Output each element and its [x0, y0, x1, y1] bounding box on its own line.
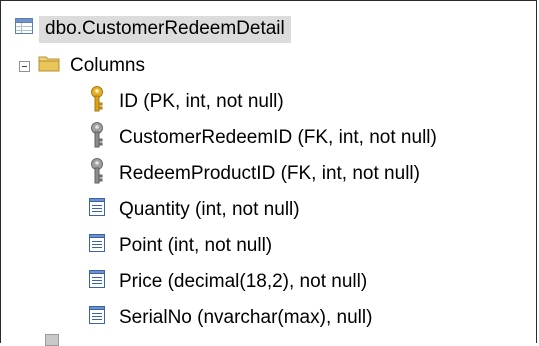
collapse-icon[interactable]	[19, 60, 30, 72]
column-node-customerredeemid[interactable]: CustomerRedeemID (FK, int, not null)	[89, 120, 437, 156]
column-node-id[interactable]: ID (PK, int, not null)	[89, 84, 284, 120]
column-node-serialno[interactable]: SerialNo (nvarchar(max), null)	[89, 300, 372, 336]
column-node-quantity[interactable]: Quantity (int, not null)	[89, 192, 300, 228]
foreign-key-icon	[89, 122, 105, 154]
column-node-redeemproductid[interactable]: RedeemProductID (FK, int, not null)	[89, 156, 420, 192]
column-label: SerialNo (nvarchar(max), null)	[119, 307, 373, 328]
column-label: CustomerRedeemID (FK, int, not null)	[119, 127, 437, 148]
column-label: RedeemProductID (FK, int, not null)	[119, 163, 420, 184]
primary-key-icon	[89, 86, 105, 118]
object-explorer-panel: dbo.CustomerRedeemDetail Columns ID (PK,…	[0, 0, 537, 346]
column-icon	[89, 234, 105, 258]
table-icon	[15, 18, 33, 40]
column-node-price[interactable]: Price (decimal(18,2), not null)	[89, 264, 367, 300]
column-icon	[89, 306, 105, 330]
column-label: Price (decimal(18,2), not null)	[119, 271, 368, 292]
table-label: dbo.CustomerRedeemDetail	[39, 15, 291, 43]
next-node-icon-peek	[45, 334, 59, 346]
column-icon	[89, 198, 105, 222]
tree-node-table[interactable]: dbo.CustomerRedeemDetail	[15, 11, 291, 47]
foreign-key-icon	[89, 158, 105, 190]
column-label: ID (PK, int, not null)	[119, 91, 284, 112]
column-label: Point (int, not null)	[119, 235, 273, 256]
tree-node-columns-folder[interactable]: Columns	[19, 48, 145, 84]
column-label: Quantity (int, not null)	[119, 199, 300, 220]
column-icon	[89, 270, 105, 294]
column-node-point[interactable]: Point (int, not null)	[89, 228, 272, 264]
folder-icon	[38, 54, 60, 78]
columns-folder-label: Columns	[70, 55, 145, 76]
